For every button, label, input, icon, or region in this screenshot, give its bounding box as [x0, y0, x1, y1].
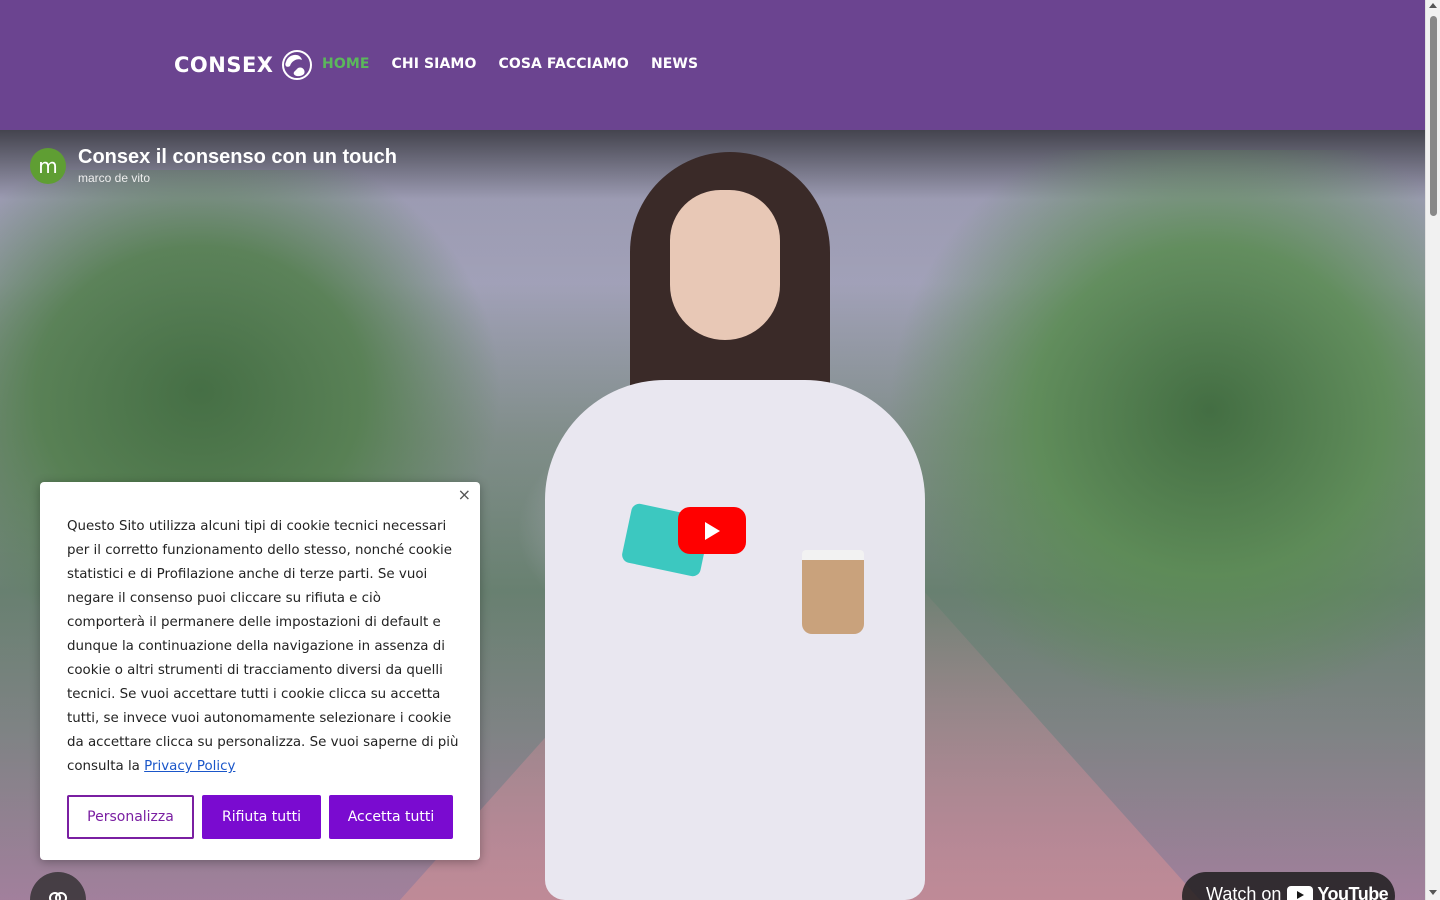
reject-all-button[interactable]: Rifiuta tutti [202, 795, 321, 839]
customize-button[interactable]: Personalizza [67, 795, 194, 839]
youtube-play-icon [1287, 885, 1314, 900]
youtube-logo: YouTube [1287, 884, 1389, 900]
nav-chi-siamo[interactable]: CHI SIAMO [392, 56, 477, 72]
privacy-policy-link[interactable]: Privacy Policy [144, 759, 235, 774]
video-frame-person-face [670, 190, 780, 340]
youtube-wordmark: YouTube [1317, 884, 1389, 900]
site-logo[interactable]: CONSEX [174, 48, 314, 82]
video-frame-cup [802, 550, 864, 634]
cookie-banner: × Questo Sito utilizza alcuni tipi di co… [40, 482, 480, 860]
logo-mark-icon [281, 50, 312, 80]
cookie-actions: Personalizza Rifiuta tutti Accetta tutti [67, 795, 453, 839]
cookie-text: Questo Sito utilizza alcuni tipi di cook… [67, 519, 459, 774]
page-scrollbar[interactable] [1425, 0, 1440, 900]
watch-on-label: Watch on [1206, 884, 1282, 900]
video-title[interactable]: Consex il consenso con un touch [78, 146, 397, 168]
site-header: CONSEX HOME CHI SIAMO COSA FACCIAMO NEWS [0, 0, 1425, 130]
scroll-thumb[interactable] [1430, 16, 1437, 216]
watch-on-youtube-button[interactable]: Watch on YouTube [1182, 872, 1395, 900]
play-icon [705, 521, 720, 540]
channel-avatar[interactable]: m [30, 147, 66, 184]
play-button[interactable] [678, 507, 746, 554]
accept-all-button[interactable]: Accetta tutti [329, 795, 453, 839]
nav-home[interactable]: HOME [322, 56, 370, 72]
video-frame-person-body [545, 380, 925, 900]
main-nav: HOME CHI SIAMO COSA FACCIAMO NEWS [322, 56, 698, 72]
cookie-message: Questo Sito utilizza alcuni tipi di cook… [67, 515, 459, 779]
logo-text: CONSEX [174, 53, 274, 77]
nav-news[interactable]: NEWS [651, 56, 698, 72]
close-icon[interactable]: × [458, 485, 471, 504]
scroll-up-arrow-icon[interactable] [1429, 3, 1437, 8]
nav-cosa-facciamo[interactable]: COSA FACCIAMO [498, 56, 629, 72]
copy-link-button[interactable] [30, 872, 86, 900]
scroll-down-arrow-icon[interactable] [1429, 890, 1437, 895]
channel-name[interactable]: marco de vito [78, 171, 397, 185]
video-header: m Consex il consenso con un touch marco … [30, 146, 397, 185]
link-icon [49, 892, 67, 900]
